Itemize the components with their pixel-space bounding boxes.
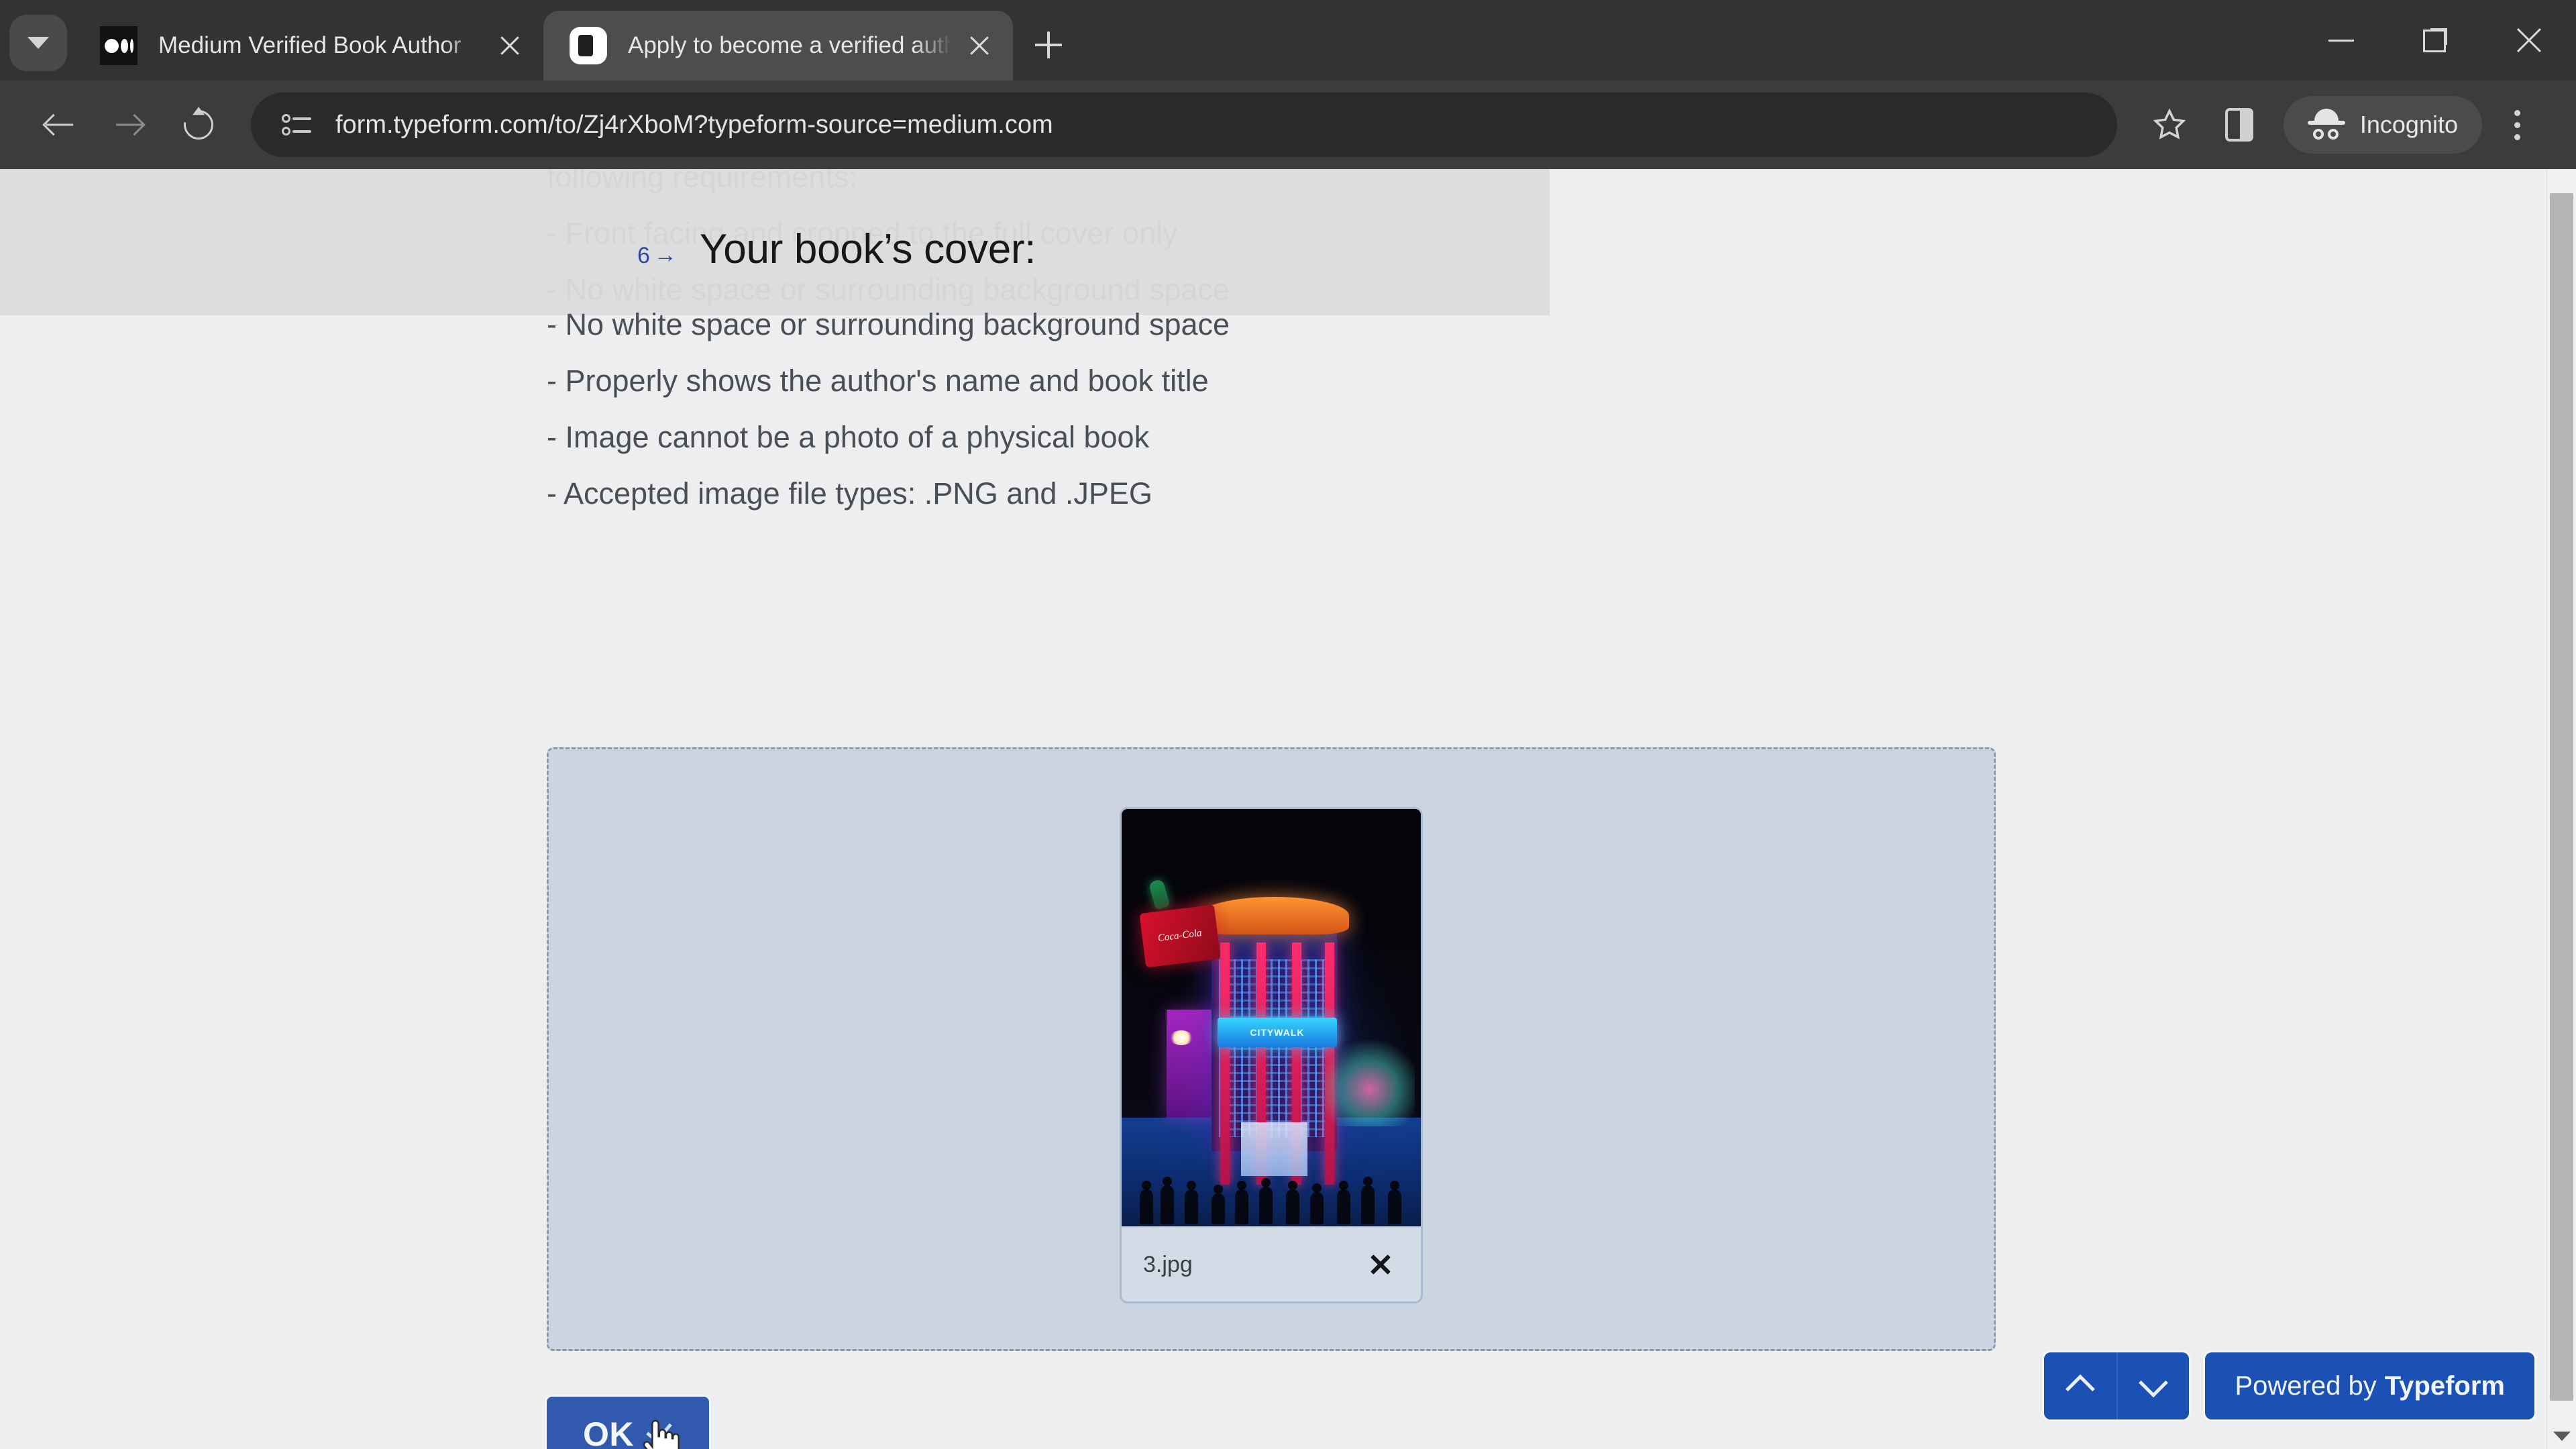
page-title: Your book’s cover: bbox=[699, 226, 1036, 272]
typeform-brand: Typeform bbox=[2384, 1371, 2505, 1401]
forward-arrow-icon bbox=[113, 109, 144, 140]
next-question-button[interactable] bbox=[2116, 1352, 2190, 1419]
tab-strip: Medium Verified Book Author Apply to bec… bbox=[0, 0, 2576, 80]
reload-icon bbox=[178, 104, 219, 146]
requirement-item: - Properly shows the author's name and b… bbox=[547, 364, 1209, 398]
ok-button-label: OK bbox=[583, 1415, 634, 1449]
side-panel-button[interactable] bbox=[2204, 90, 2274, 160]
file-meta-row: 3.jpg bbox=[1122, 1226, 1421, 1301]
citywalk-sign: CITYWALK bbox=[1217, 1018, 1338, 1047]
plus-icon bbox=[1035, 32, 1062, 58]
scroll-down-arrow-icon[interactable] bbox=[2553, 1432, 2571, 1441]
citywalk-sign-text: CITYWALK bbox=[1250, 1026, 1305, 1038]
forward-button[interactable] bbox=[94, 90, 164, 160]
maximize-button[interactable] bbox=[2388, 0, 2482, 80]
minimize-button[interactable] bbox=[2294, 0, 2388, 80]
side-panel-icon bbox=[2224, 108, 2253, 142]
uploaded-file-card: Coca-Cola CITYWALK 3.jpg bbox=[1120, 807, 1423, 1303]
question-navigation bbox=[2044, 1352, 2190, 1419]
new-tab-button[interactable] bbox=[1022, 19, 1075, 71]
typeform-footer: Powered by Typeform bbox=[2044, 1352, 2534, 1419]
close-icon bbox=[498, 34, 521, 57]
browser-menu-button[interactable] bbox=[2482, 90, 2552, 160]
tab-title: Apply to become a verified auth bbox=[628, 32, 953, 58]
close-window-button[interactable] bbox=[2482, 0, 2576, 80]
previous-question-button[interactable] bbox=[2044, 1352, 2117, 1419]
window-controls bbox=[2294, 0, 2576, 80]
typeform-question-page: following requirements: - Front facing a… bbox=[0, 169, 2576, 1449]
requirement-item: - Accepted image file types: .PNG and .J… bbox=[547, 476, 1152, 511]
powered-by-prefix: Powered by bbox=[2235, 1371, 2377, 1401]
incognito-profile-button[interactable]: Incognito bbox=[2283, 96, 2482, 154]
file-upload-dropzone[interactable]: Coca-Cola CITYWALK 3.jpg bbox=[547, 747, 1996, 1351]
back-arrow-icon bbox=[44, 109, 74, 140]
submit-row: OK bbox=[547, 1397, 709, 1449]
chevron-down-icon bbox=[28, 37, 49, 49]
bookmark-button[interactable] bbox=[2135, 90, 2204, 160]
browser-tab-medium[interactable]: Medium Verified Book Author bbox=[74, 11, 543, 80]
crowd-silhouettes bbox=[1122, 1134, 1421, 1226]
powered-by-typeform-button[interactable]: Powered by Typeform bbox=[2205, 1352, 2534, 1419]
tab-title: Medium Verified Book Author bbox=[158, 32, 462, 58]
remove-file-button[interactable] bbox=[1362, 1246, 1399, 1283]
tab-close-button[interactable] bbox=[959, 25, 1000, 66]
coca-cola-sign-text: Coca-Cola bbox=[1157, 928, 1203, 945]
requirement-item: - Image cannot be a photo of a physical … bbox=[547, 420, 1150, 454]
browser-window: Medium Verified Book Author Apply to bec… bbox=[0, 0, 2576, 1449]
typeform-logo-icon bbox=[569, 26, 608, 65]
kebab-menu-icon bbox=[2514, 109, 2520, 140]
question-number: 6 bbox=[637, 243, 650, 268]
scrollbar-thumb[interactable] bbox=[2550, 193, 2573, 1401]
address-bar[interactable]: form.typeform.com/to/Zj4rXboM?typeform-s… bbox=[251, 93, 2117, 157]
page-viewport: following requirements: - Front facing a… bbox=[0, 169, 2576, 1449]
incognito-icon bbox=[2307, 109, 2345, 141]
close-icon bbox=[968, 34, 991, 57]
chevron-down-icon bbox=[2142, 1375, 2165, 1397]
browser-toolbar: form.typeform.com/to/Zj4rXboM?typeform-s… bbox=[0, 80, 2576, 169]
chevron-up-icon bbox=[2069, 1375, 2092, 1397]
vertical-scrollbar[interactable] bbox=[2546, 169, 2576, 1449]
star-icon bbox=[2153, 108, 2186, 140]
tab-search-button[interactable] bbox=[9, 15, 67, 71]
browser-tab-typeform[interactable]: Apply to become a verified auth bbox=[543, 11, 1013, 80]
minimize-icon bbox=[2328, 39, 2354, 42]
arrow-right-icon: → bbox=[653, 242, 677, 268]
site-settings-icon[interactable] bbox=[279, 107, 314, 142]
profile-label: Incognito bbox=[2359, 111, 2458, 138]
question-heading: 6 → Your book’s cover: bbox=[637, 225, 1036, 273]
ok-button[interactable]: OK bbox=[547, 1397, 709, 1449]
file-thumbnail: Coca-Cola CITYWALK bbox=[1122, 809, 1421, 1226]
file-name: 3.jpg bbox=[1143, 1251, 1193, 1277]
reload-button[interactable] bbox=[164, 90, 233, 160]
back-button[interactable] bbox=[24, 90, 94, 160]
close-icon bbox=[2515, 26, 2543, 54]
requirement-item: - No white space or surrounding backgrou… bbox=[547, 307, 1230, 341]
tab-close-button[interactable] bbox=[490, 25, 530, 66]
check-icon bbox=[646, 1427, 673, 1442]
medium-logo-icon bbox=[99, 26, 138, 65]
requirements-list: - No white space or surrounding backgrou… bbox=[547, 297, 1230, 522]
restore-icon bbox=[2423, 28, 2447, 52]
ghost-line: following requirements: bbox=[547, 169, 857, 194]
url-text: form.typeform.com/to/Zj4rXboM?typeform-s… bbox=[335, 110, 1053, 139]
coca-cola-sign: Coca-Cola bbox=[1139, 904, 1221, 968]
